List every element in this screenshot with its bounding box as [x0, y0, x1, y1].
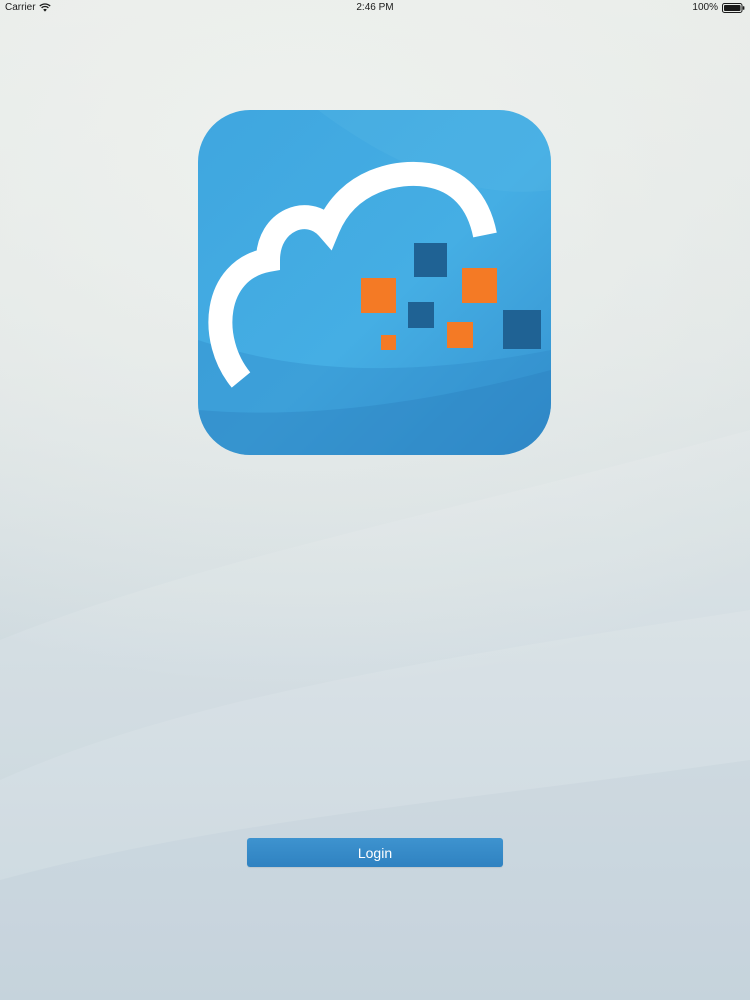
status-time: 2:46 PM	[356, 2, 394, 13]
battery-percent: 100%	[692, 2, 718, 13]
battery-icon	[722, 2, 745, 13]
cloud-data-logo	[198, 110, 551, 455]
status-right: 100%	[692, 2, 745, 13]
login-button[interactable]: Login	[247, 838, 503, 867]
status-bar: Carrier 2:46 PM 100%	[0, 0, 750, 16]
